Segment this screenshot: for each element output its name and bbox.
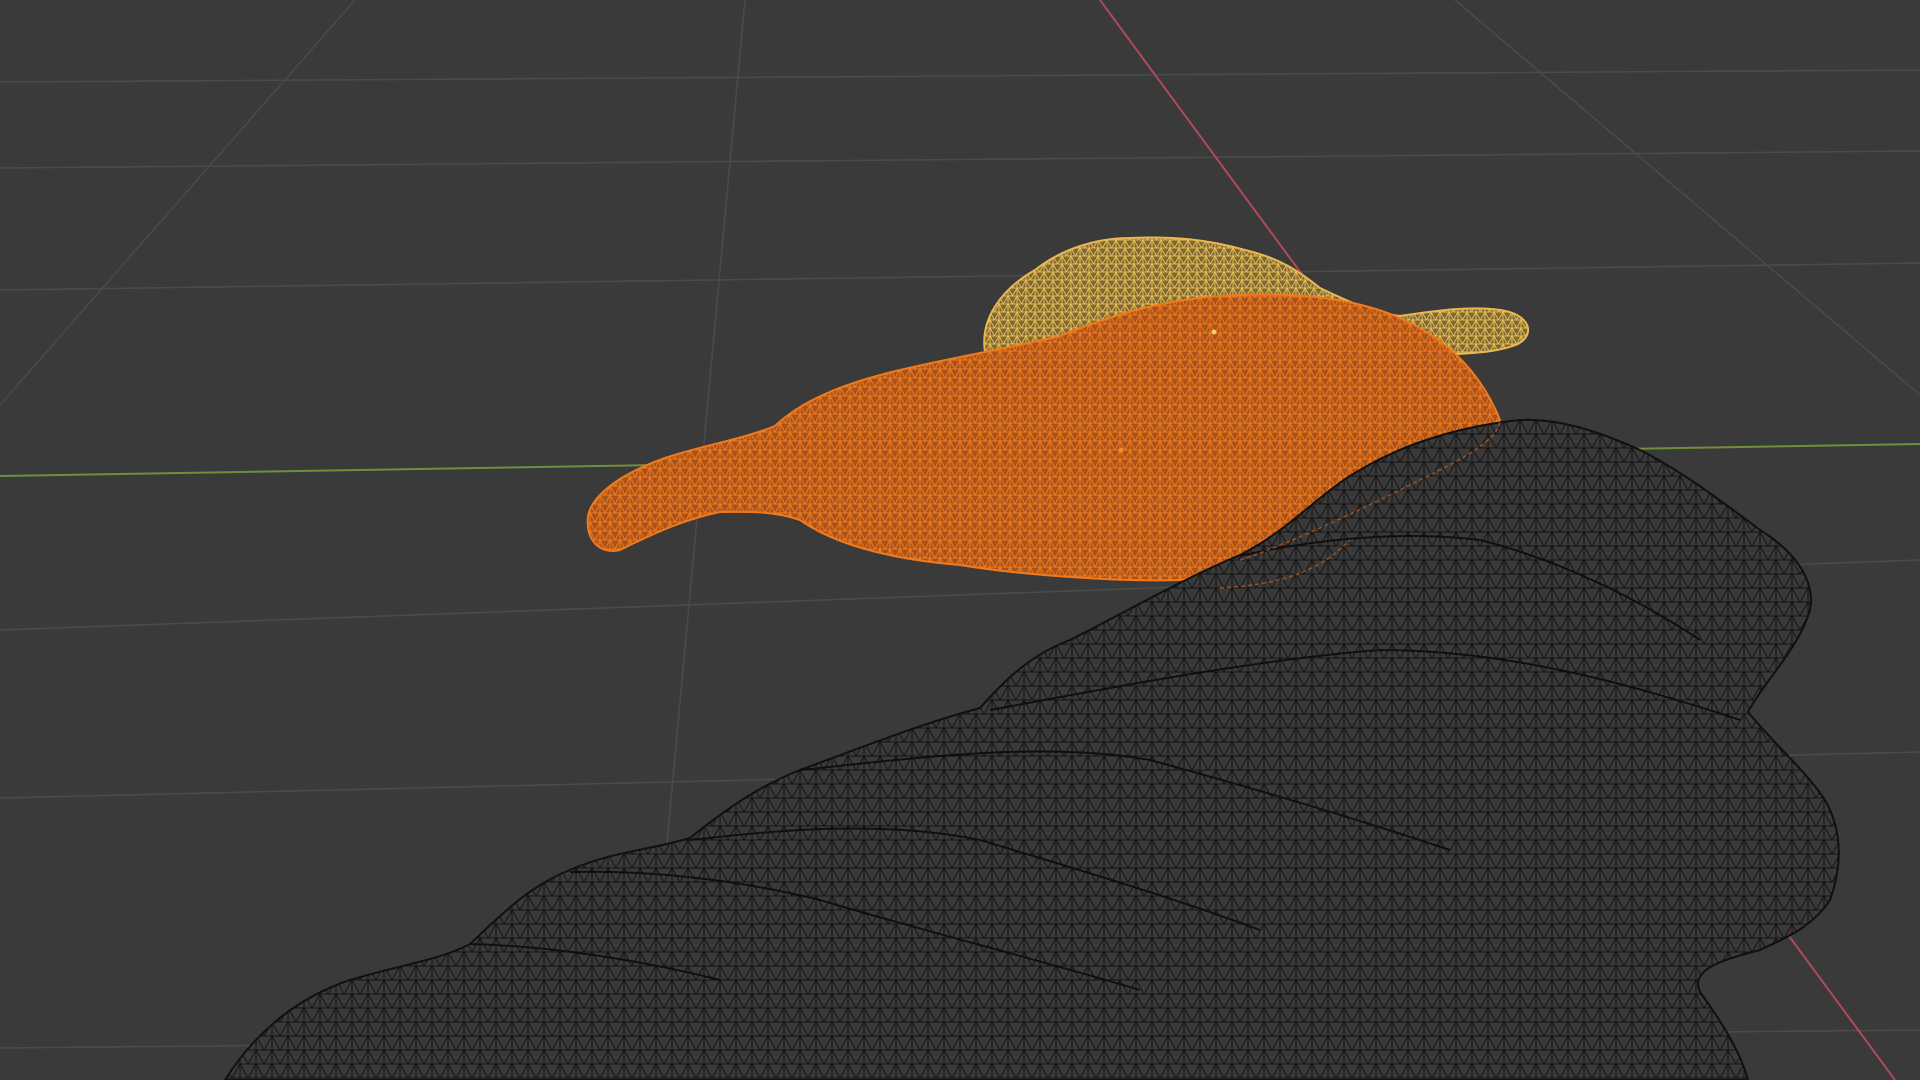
origin-point — [1118, 447, 1124, 453]
viewport-canvas[interactable] — [0, 0, 1920, 1080]
origin-point-2 — [1211, 329, 1217, 335]
3d-viewport[interactable] — [0, 0, 1920, 1080]
